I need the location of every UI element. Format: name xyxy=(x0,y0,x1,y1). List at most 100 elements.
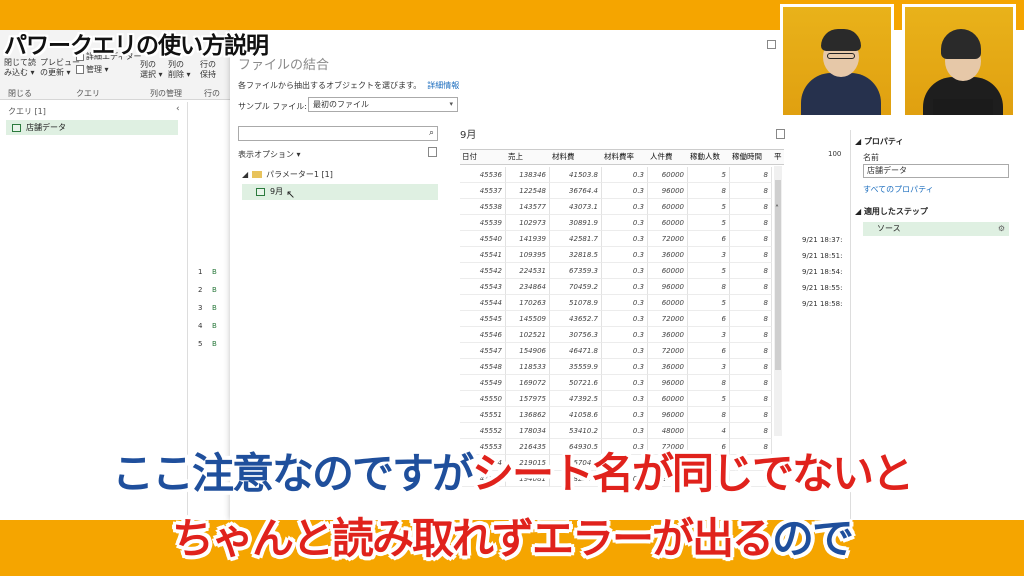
row-number: 1 xyxy=(198,268,203,276)
table-cell: 0.3 xyxy=(602,247,648,263)
table-cell: 102973 xyxy=(506,215,550,231)
table-cell: 36000 xyxy=(648,359,688,375)
column-header[interactable]: 日付 xyxy=(460,150,506,165)
select-columns-button[interactable]: 列の 選択 ▾ xyxy=(140,60,163,80)
column-header[interactable]: 売上 xyxy=(506,150,550,165)
table-cell: 5 xyxy=(688,391,730,407)
all-properties-link[interactable]: すべてのプロパティ xyxy=(863,184,934,195)
table-cell: 47392.5 xyxy=(550,391,602,407)
table-cell: 96000 xyxy=(648,407,688,423)
table-cell: 8 xyxy=(730,295,772,311)
table-cell: 102521 xyxy=(506,327,550,343)
tree-folder-parameter[interactable]: ◢ パラメーター1 [1] xyxy=(242,169,333,180)
table-cell: 0.3 xyxy=(602,263,648,279)
column-header[interactable]: 平 xyxy=(772,150,784,165)
table-cell: 0.3 xyxy=(602,279,648,295)
table-cell: 6 xyxy=(688,311,730,327)
table-cell: 8 xyxy=(688,183,730,199)
table-cell: 0.3 xyxy=(602,311,648,327)
expand-triangle-icon: ◢ xyxy=(242,170,249,179)
tree-item-sheet[interactable]: 9月 xyxy=(242,184,438,200)
maximize-icon[interactable] xyxy=(767,40,776,49)
column-header[interactable]: 材料費 xyxy=(550,150,602,165)
table-cell: 154906 xyxy=(506,343,550,359)
table-cell: 141939 xyxy=(506,231,550,247)
table-cell: 30891.9 xyxy=(550,215,602,231)
column-header[interactable]: 稼動人数 xyxy=(688,150,730,165)
ribbon-group-query: クエリ xyxy=(76,89,100,98)
table-cell: 67359.3 xyxy=(550,263,602,279)
ribbon-group-rows: 行の xyxy=(204,89,220,98)
table-cell: 3 xyxy=(688,359,730,375)
table-cell: 0.3 xyxy=(602,343,648,359)
query-item-store-data[interactable]: 店舗データ xyxy=(6,120,178,135)
table-cell: 48000 xyxy=(648,423,688,439)
table-cell: 45542 xyxy=(460,263,506,279)
scroll-up-icon[interactable]: ˄ xyxy=(775,204,779,213)
remove-columns-button[interactable]: 列の 削除 ▾ xyxy=(168,60,191,80)
table-cell: 60000 xyxy=(648,263,688,279)
table-cell: 3 xyxy=(688,247,730,263)
close-load-button[interactable]: 閉じて読 み込む ▾ xyxy=(4,58,36,78)
table-cell: 45552 xyxy=(460,423,506,439)
column-header[interactable]: 人件費 xyxy=(648,150,688,165)
table-cell: 234864 xyxy=(506,279,550,295)
table-cell: 8 xyxy=(688,375,730,391)
table-cell: 41503.8 xyxy=(550,167,602,183)
manage-button[interactable]: 管理 ▾ xyxy=(76,65,109,75)
row-number: 5 xyxy=(198,340,203,348)
table-cell: 0.3 xyxy=(602,407,648,423)
query-name-input[interactable]: 店舗データ xyxy=(863,164,1009,178)
table-cell: 0.3 xyxy=(602,199,648,215)
table-cell: 96000 xyxy=(648,279,688,295)
table-cell: 60000 xyxy=(648,391,688,407)
refresh-preview-button[interactable]: プレビュー の更新 ▾ xyxy=(40,58,80,78)
table-cell: 50721.6 xyxy=(550,375,602,391)
gear-icon[interactable]: ⚙ xyxy=(998,222,1005,236)
table-cell: 8 xyxy=(730,247,772,263)
detail-link[interactable]: 詳細情報 xyxy=(427,81,459,90)
right-value: 100 xyxy=(828,150,842,158)
table-cell: 8 xyxy=(688,279,730,295)
table-cell: 6 xyxy=(688,231,730,247)
column-header[interactable]: 材料費率 xyxy=(602,150,648,165)
video-title: パワークエリの使い方説明 xyxy=(4,33,269,59)
table-cell: 5 xyxy=(688,199,730,215)
table-cell: 8 xyxy=(730,167,772,183)
ribbon-group-close: 閉じる xyxy=(8,89,32,98)
table-cell: 8 xyxy=(730,327,772,343)
table-cell: 96000 xyxy=(648,183,688,199)
table-cell: 0.3 xyxy=(602,423,648,439)
right-value: 9/21 18:51: xyxy=(802,252,843,260)
properties-header: ◢ プロパティ xyxy=(855,137,904,146)
tree-sheet-label: 9月 xyxy=(270,187,284,196)
sample-file-select[interactable]: 最初のファイル ▾ xyxy=(308,97,458,112)
laptop-icon xyxy=(933,99,993,115)
refresh-document-icon[interactable] xyxy=(428,147,437,157)
right-value: 9/21 18:58: xyxy=(802,300,843,308)
sample-file-label: サンプル ファイル: xyxy=(238,102,307,111)
table-cell: 0.3 xyxy=(602,359,648,375)
table-cell: 45539 xyxy=(460,215,506,231)
table-cell: 109395 xyxy=(506,247,550,263)
table-cell: 43652.7 xyxy=(550,311,602,327)
subtitle-red-part: ちゃんと読み取れずエラーが出る xyxy=(171,513,775,564)
collapse-chevron-icon[interactable]: ‹ xyxy=(176,104,180,114)
preview-document-icon[interactable] xyxy=(776,129,785,139)
table-cell: 8 xyxy=(688,407,730,423)
applied-step-source[interactable]: ソース ⚙ xyxy=(863,222,1009,236)
table-cell: 42581.7 xyxy=(550,231,602,247)
column-header[interactable]: 稼働時間 xyxy=(730,150,772,165)
table-cell: 178034 xyxy=(506,423,550,439)
subtitle-red-part: シート名が同じでないと xyxy=(471,448,915,499)
table-cell: 122548 xyxy=(506,183,550,199)
table-cell: 143577 xyxy=(506,199,550,215)
name-label: 名前 xyxy=(863,153,879,162)
row-prefix: B xyxy=(212,268,217,276)
row-number: 4 xyxy=(198,322,203,330)
queries-pane-title: クエリ [1] xyxy=(8,107,46,116)
table-cell: 45549 xyxy=(460,375,506,391)
navigator-search-input[interactable]: ⌕ xyxy=(238,126,438,141)
display-options-button[interactable]: 表示オプション ▾ xyxy=(238,149,301,160)
keep-rows-button[interactable]: 行の 保持 xyxy=(200,60,216,80)
